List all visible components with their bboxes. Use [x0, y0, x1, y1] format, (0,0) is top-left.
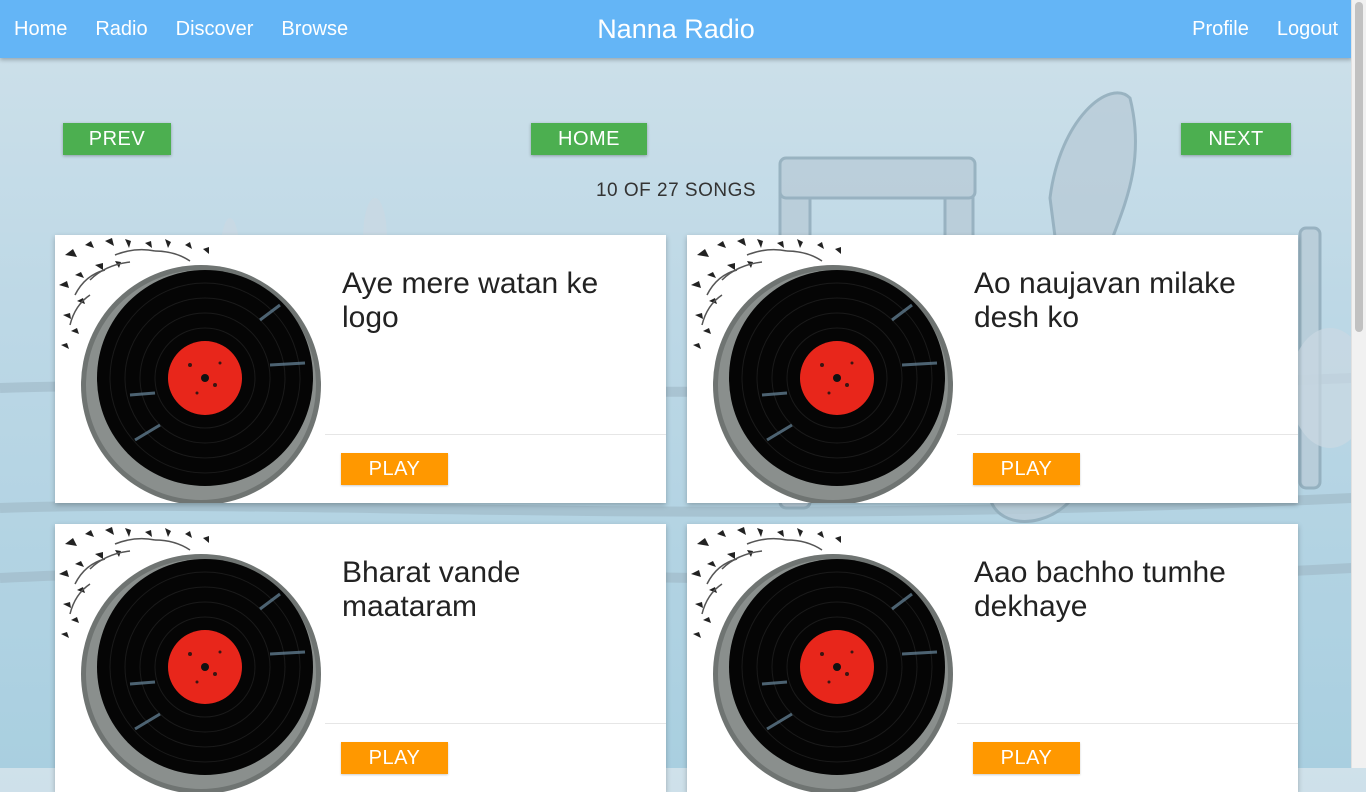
play-button[interactable]: PLAY — [973, 742, 1080, 774]
song-title: Ao naujavan milake desh ko — [974, 267, 1236, 334]
next-button[interactable]: NEXT — [1181, 123, 1291, 155]
song-title: Aye mere watan ke logo — [342, 267, 599, 334]
play-button[interactable]: PLAY — [341, 742, 448, 774]
scrollbar-thumb[interactable] — [1355, 2, 1363, 332]
nav-logout-link[interactable]: Logout — [1263, 18, 1352, 41]
card-divider — [957, 434, 1298, 435]
nav-radio-link[interactable]: Radio — [81, 18, 161, 41]
nav-left-group: Home Radio Discover Browse — [0, 0, 362, 58]
play-button[interactable]: PLAY — [973, 453, 1080, 485]
play-button[interactable]: PLAY — [341, 453, 448, 485]
nav-discover-link[interactable]: Discover — [162, 18, 268, 41]
prev-button[interactable]: PREV — [63, 123, 171, 155]
song-card: Aye mere watan ke logo PLAY — [55, 235, 666, 503]
card-divider — [325, 723, 666, 724]
nav-home-link[interactable]: Home — [0, 18, 81, 41]
card-divider — [957, 723, 1298, 724]
song-title: Aao bachho tumhe dekhaye — [974, 556, 1226, 623]
vinyl-record-image — [689, 525, 955, 792]
vinyl-record-image — [57, 236, 323, 503]
home-button[interactable]: HOME — [531, 123, 647, 155]
brand-title[interactable]: Nanna Radio — [597, 14, 755, 44]
top-navbar: Home Radio Discover Browse Nanna Radio P… — [0, 0, 1352, 58]
nav-browse-link[interactable]: Browse — [267, 18, 362, 41]
song-card: Aao bachho tumhe dekhaye PLAY — [687, 524, 1298, 792]
card-divider — [325, 434, 666, 435]
vinyl-record-image — [57, 525, 323, 792]
song-card: Bharat vande maataram PLAY — [55, 524, 666, 792]
song-count: 10 OF 27 SONGS — [595, 180, 757, 201]
nav-right-group: Profile Logout — [1178, 0, 1352, 58]
nav-profile-link[interactable]: Profile — [1178, 18, 1263, 41]
vinyl-record-image — [689, 236, 955, 503]
page-scrollbar[interactable] — [1351, 0, 1366, 768]
song-card: Ao naujavan milake desh ko PLAY — [687, 235, 1298, 503]
song-title: Bharat vande maataram — [342, 556, 521, 623]
